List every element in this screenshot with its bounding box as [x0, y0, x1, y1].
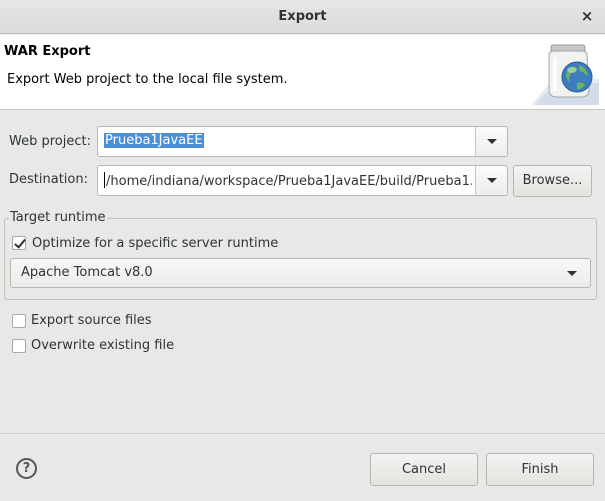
target-runtime-legend: Target runtime	[9, 210, 107, 225]
chevron-down-icon	[487, 139, 497, 144]
web-project-label: Web project:	[9, 134, 91, 149]
help-icon[interactable]: ?	[16, 458, 37, 479]
overwrite-label[interactable]: Overwrite existing file	[31, 338, 174, 353]
web-project-dropdown-button[interactable]	[475, 127, 507, 156]
window-title: Export	[278, 9, 327, 24]
wizard-title: WAR Export	[4, 44, 91, 59]
optimize-runtime-checkbox[interactable]	[12, 236, 26, 250]
destination-value: /home/indiana/workspace/Prueba1JavaEE/bu…	[106, 174, 472, 189]
close-icon[interactable]: ×	[579, 8, 595, 24]
destination-label: Destination:	[9, 172, 88, 187]
chevron-down-icon	[487, 178, 497, 183]
runtime-value: Apache Tomcat v8.0	[21, 265, 153, 280]
destination-combo[interactable]: /home/indiana/workspace/Prueba1JavaEE/bu…	[97, 165, 508, 196]
web-project-combo[interactable]: Prueba1JavaEE	[97, 126, 508, 157]
browse-button[interactable]: Browse...	[513, 165, 592, 197]
finish-button[interactable]: Finish	[486, 453, 594, 486]
optimize-runtime-label[interactable]: Optimize for a specific server runtime	[32, 236, 278, 251]
wizard-description: Export Web project to the local file sys…	[7, 72, 288, 87]
web-project-value: Prueba1JavaEE	[104, 133, 204, 148]
export-source-checkbox[interactable]	[12, 314, 26, 328]
destination-dropdown-button[interactable]	[475, 166, 507, 195]
export-source-label[interactable]: Export source files	[31, 313, 152, 328]
wizard-header: WAR Export Export Web project to the loc…	[0, 35, 605, 110]
text-cursor	[104, 172, 105, 188]
window-titlebar: Export ×	[0, 0, 605, 34]
chevron-down-icon	[567, 271, 577, 276]
overwrite-checkbox[interactable]	[12, 339, 26, 353]
jar-globe-icon	[531, 44, 599, 105]
footer-separator	[0, 433, 605, 434]
destination-input[interactable]: /home/indiana/workspace/Prueba1JavaEE/bu…	[104, 172, 472, 189]
cancel-button[interactable]: Cancel	[370, 453, 478, 486]
runtime-select[interactable]: Apache Tomcat v8.0	[10, 258, 591, 288]
